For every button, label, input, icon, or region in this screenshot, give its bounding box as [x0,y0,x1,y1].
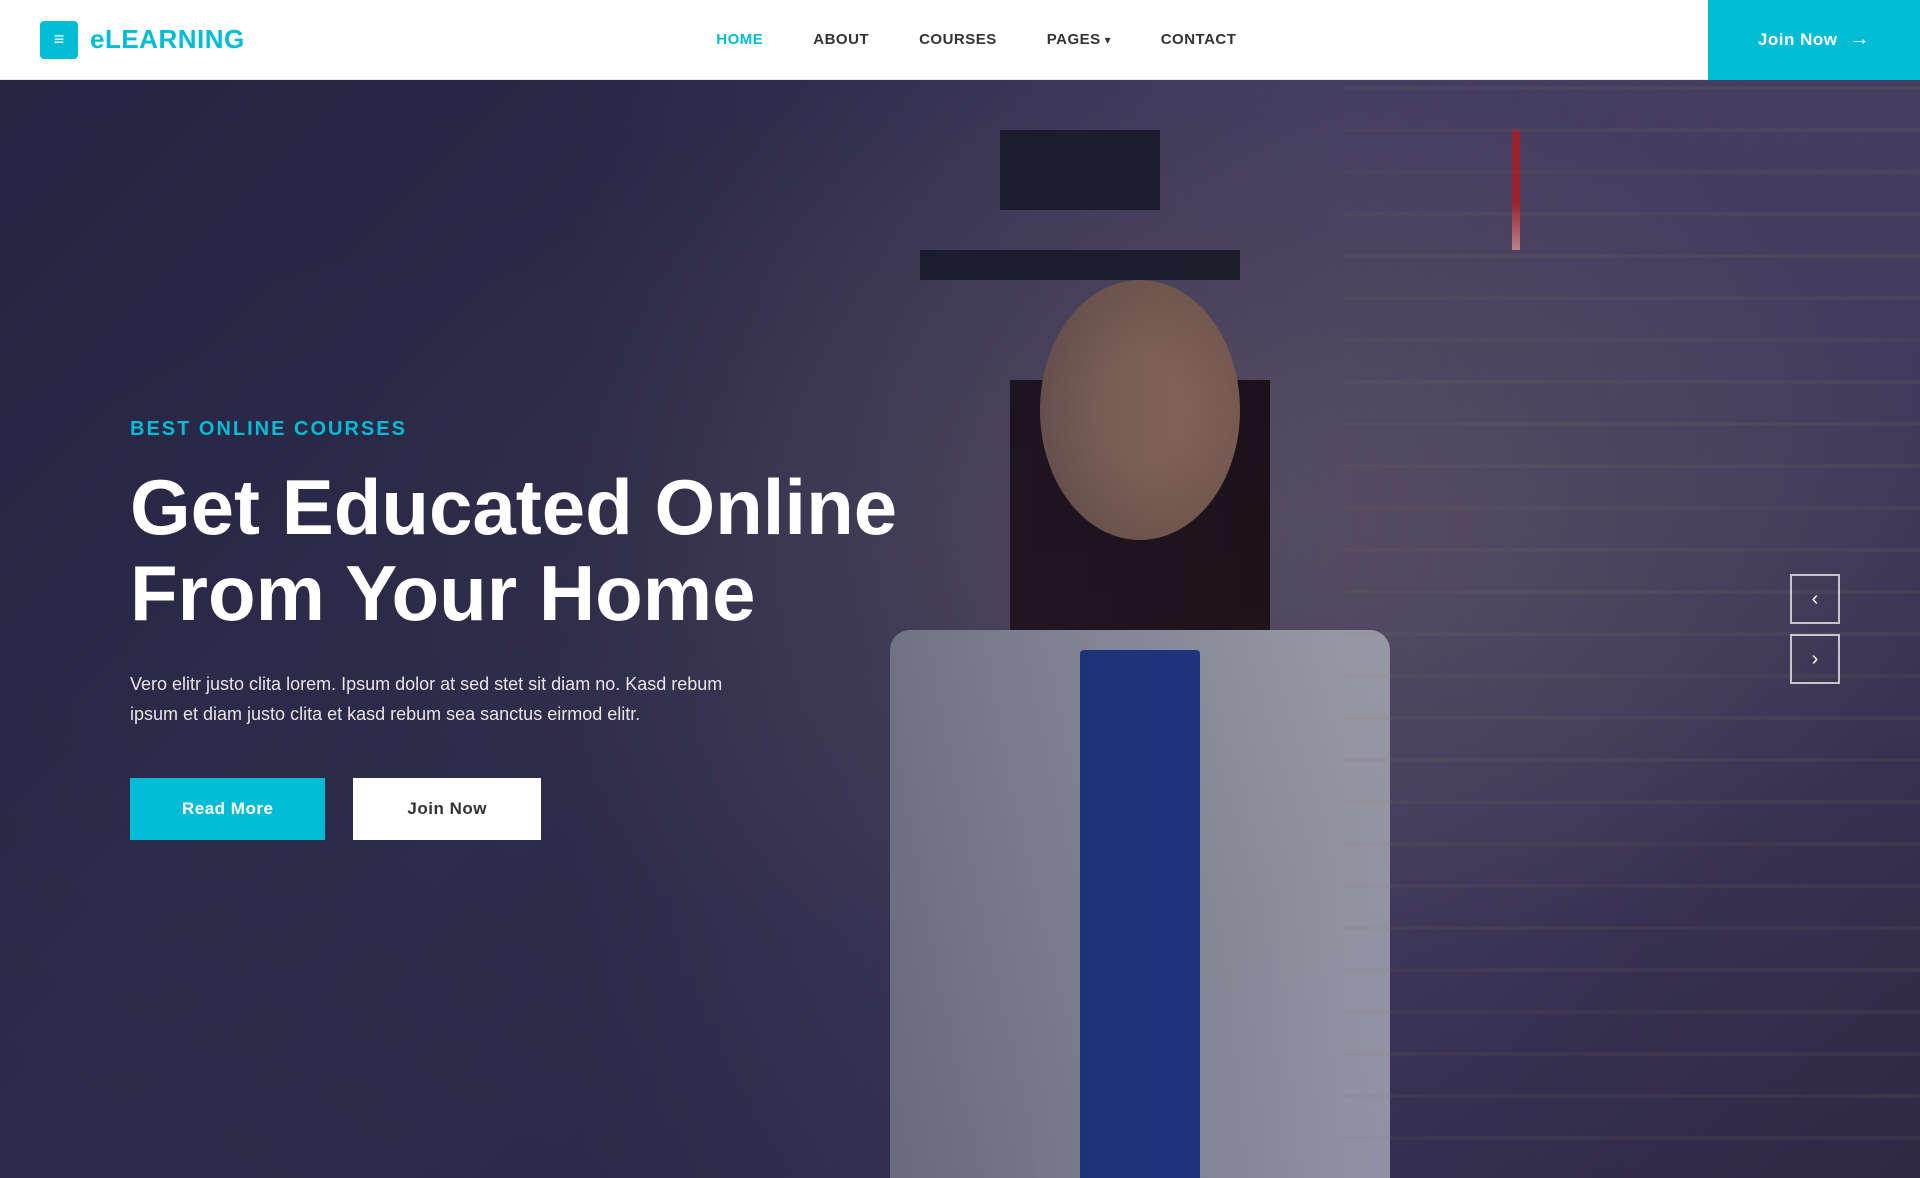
nav-join-button[interactable]: Join Now → [1708,0,1920,80]
nav-link-courses[interactable]: COURSES [919,31,997,48]
hero-title: Get Educated Online From Your Home [130,465,897,637]
hero-content: BEST ONLINE COURSES Get Educated Online … [0,418,897,840]
hero-buttons: Read More Join Now [130,778,897,840]
nav-link-about[interactable]: ABOUT [813,31,869,48]
nav-links: HOME ABOUT COURSES PAGES ▾ CONTACT [716,31,1236,49]
slider-arrows: ‹ › [1790,574,1840,684]
navbar: ≡ eLEARNING HOME ABOUT COURSES PAGES ▾ C… [0,0,1920,80]
nav-link-pages[interactable]: PAGES [1047,31,1101,48]
nav-item-about[interactable]: ABOUT [813,31,869,49]
nav-item-contact[interactable]: CONTACT [1161,31,1237,49]
nav-link-home[interactable]: HOME [716,31,763,48]
hero-description: Vero elitr justo clita lorem. Ipsum dolo… [130,669,770,730]
slider-prev-button[interactable]: ‹ [1790,574,1840,624]
nav-item-pages[interactable]: PAGES ▾ [1047,31,1111,48]
join-now-button[interactable]: Join Now [353,778,541,840]
logo[interactable]: ≡ eLEARNING [40,21,245,59]
hero-subtitle: BEST ONLINE COURSES [130,418,897,441]
hero-section: BEST ONLINE COURSES Get Educated Online … [0,80,1920,1178]
slider-next-button[interactable]: › [1790,634,1840,684]
chevron-down-icon: ▾ [1105,33,1111,47]
nav-join-arrow: → [1849,28,1870,51]
nav-join-label: Join Now [1758,30,1838,50]
read-more-button[interactable]: Read More [130,778,325,840]
nav-link-contact[interactable]: CONTACT [1161,31,1237,48]
logo-text: eLEARNING [90,24,245,55]
nav-item-home[interactable]: HOME [716,31,763,49]
logo-icon: ≡ [40,21,78,59]
nav-item-courses[interactable]: COURSES [919,31,997,49]
